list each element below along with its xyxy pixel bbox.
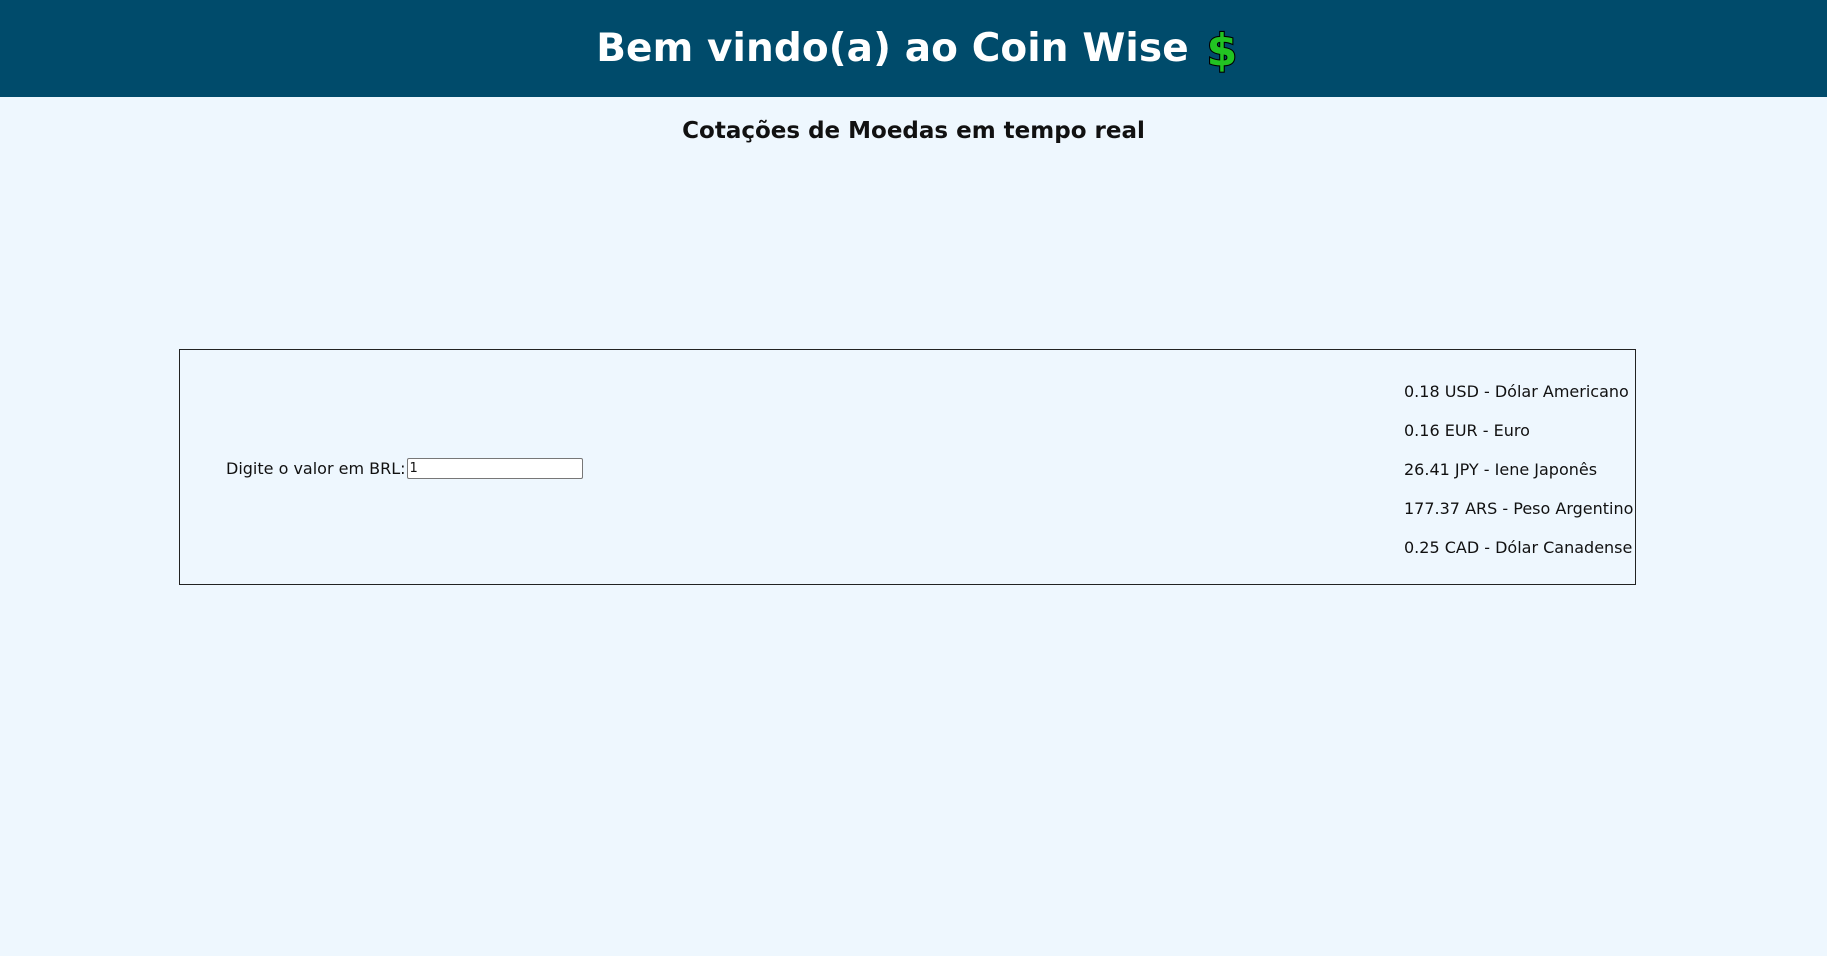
brl-input-label: Digite o valor em BRL:	[226, 459, 406, 478]
rates-list: 0.18 USD - Dólar Americano 0.16 EUR - Eu…	[1404, 379, 1633, 574]
converter-panel: Digite o valor em BRL: 0.18 USD - Dólar …	[179, 349, 1636, 585]
page-subtitle: Cotações de Moedas em tempo real	[682, 118, 1145, 144]
app-title: Bem vindo(a) ao Coin Wise	[596, 26, 1189, 71]
dollar-sign-icon: $	[1207, 25, 1237, 73]
rate-item-cad: 0.25 CAD - Dólar Canadense	[1404, 538, 1633, 557]
brl-amount-input[interactable]	[406, 458, 583, 479]
header-title-group: Bem vindo(a) ao Coin Wise $	[596, 25, 1237, 73]
rate-item-ars: 177.37 ARS - Peso Argentino	[1404, 499, 1634, 518]
svg-text:$: $	[1207, 25, 1237, 73]
rate-item-eur: 0.16 EUR - Euro	[1404, 421, 1530, 440]
brl-input-group: Digite o valor em BRL:	[226, 458, 583, 479]
page-header: Bem vindo(a) ao Coin Wise $	[0, 0, 1827, 97]
rate-item-jpy: 26.41 JPY - Iene Japonês	[1404, 460, 1598, 479]
rate-item-usd: 0.18 USD - Dólar Americano	[1404, 382, 1629, 401]
